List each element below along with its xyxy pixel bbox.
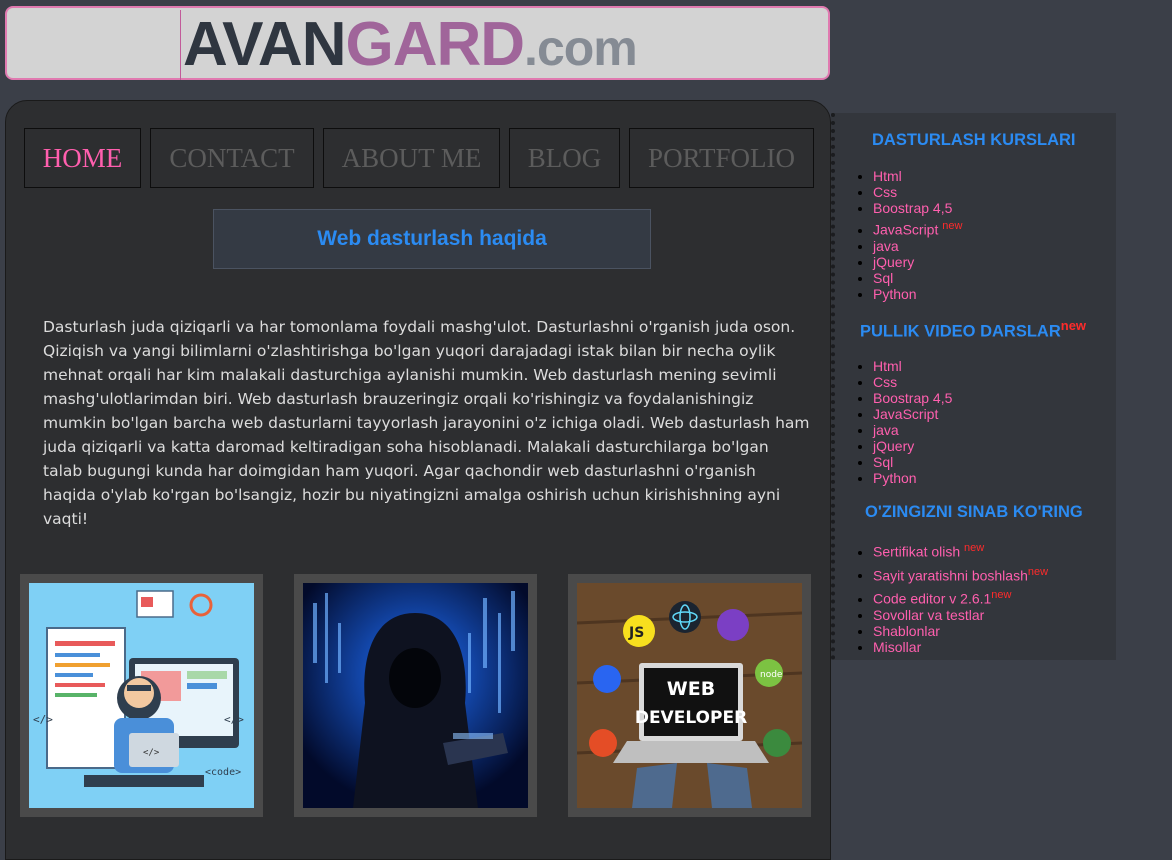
image-web-developer-laptop[interactable]: JS node WEB DEVELOPER [568, 574, 811, 817]
new-badge: new [991, 589, 1012, 602]
sidebar-video-javascript[interactable]: JavaScript [873, 406, 952, 422]
sidebar-video-bootstrap[interactable]: Boostrap 4,5 [873, 390, 952, 406]
sidebar-link-templates[interactable]: Shablonlar [873, 623, 1048, 639]
logo-part-com: .com [524, 20, 638, 76]
nav-blog[interactable]: BLOG [509, 128, 620, 188]
sidebar-link-questions-tests[interactable]: Sovollar va testlar [873, 607, 1048, 623]
sidebar-link-css[interactable]: Css [873, 184, 962, 200]
sidebar-link-create-site[interactable]: Sayit yaratishni boshlashnew [873, 564, 1048, 584]
sidebar-title-video-lessons: PULLIK VIDEO DARSLARnew [860, 318, 1087, 341]
sidebar-link-java[interactable]: java [873, 238, 962, 254]
new-badge: new [1060, 318, 1087, 333]
nav-home[interactable]: HOME [24, 128, 141, 188]
sidebar-list-courses: Html Css Boostrap 4,5 JavaScript new jav… [856, 168, 962, 302]
sidebar-video-jquery[interactable]: jQuery [873, 438, 952, 454]
nav-about-me[interactable]: ABOUT ME [323, 128, 500, 188]
hooded-hacker-icon [303, 583, 528, 808]
image-hooded-hacker[interactable] [294, 574, 537, 817]
sidebar-video-css[interactable]: Css [873, 374, 952, 390]
new-badge: new [964, 542, 985, 554]
sidebar-list-video-lessons: Html Css Boostrap 4,5 JavaScript java jQ… [856, 358, 952, 486]
nav-portfolio[interactable]: PORTFOLIO [629, 128, 814, 188]
sidebar-video-java[interactable]: java [873, 422, 952, 438]
code-symbol-left: </> [33, 713, 53, 726]
developer-word-label: DEVELOPER [635, 708, 747, 728]
web-word-label: WEB [667, 678, 715, 700]
logo-part-gard: GARD [345, 10, 525, 79]
sidebar-link-certificate[interactable]: Sertifikat olish new [873, 540, 1048, 560]
section-title: Web dasturlash haqida [213, 209, 651, 269]
code-word-label: <code> [205, 767, 241, 778]
sidebar-link-bootstrap[interactable]: Boostrap 4,5 [873, 200, 962, 216]
site-header: AVANGARD.com [5, 6, 830, 80]
sidebar-video-python[interactable]: Python [873, 470, 952, 486]
new-badge: new [942, 220, 963, 232]
sidebar-link-code-editor[interactable]: Code editor v 2.6.1new [873, 587, 1048, 607]
sidebar-link-examples[interactable]: Misollar [873, 639, 1048, 655]
code-tag-label: </> [143, 748, 160, 758]
sidebar-list-test-yourself: Sertifikat olish new Sayit yaratishni bo… [856, 538, 1048, 655]
sidebar-link-javascript[interactable]: JavaScript new [873, 218, 962, 238]
main-content: HOME CONTACT ABOUT ME BLOG PORTFOLIO Web… [5, 100, 831, 860]
sidebar-title-courses: DASTURLASH KURSLARI [872, 131, 1076, 149]
intro-paragraph: Dasturlash juda qiziqarli va har tomonla… [43, 318, 810, 528]
sidebar-link-html[interactable]: Html [873, 168, 962, 184]
sidebar-video-html[interactable]: Html [873, 358, 952, 374]
site-logo[interactable]: AVANGARD.com [183, 10, 638, 81]
sidebar-title-test-yourself: O'ZINGIZNI SINAB KO'RING [865, 503, 1083, 521]
code-symbol-right: </> [224, 713, 244, 726]
new-badge: new [1027, 565, 1049, 578]
nav-contact[interactable]: CONTACT [150, 128, 314, 188]
sidebar: DASTURLASH KURSLARI Html Css Boostrap 4,… [831, 113, 1116, 660]
web-developer-illustration-icon: </> </> </> <code> [29, 583, 254, 808]
text-cursor [180, 10, 181, 80]
sidebar-link-python[interactable]: Python [873, 286, 962, 302]
logo-part-avan: AVAN [183, 10, 346, 79]
sidebar-link-jquery[interactable]: jQuery [873, 254, 962, 270]
image-web-developer-illustration[interactable]: </> </> </> <code> [20, 574, 263, 817]
web-developer-laptop-icon: JS node WEB DEVELOPER [577, 583, 802, 808]
sidebar-video-sql[interactable]: Sql [873, 454, 952, 470]
node-badge-label: node [760, 670, 783, 680]
sidebar-link-sql[interactable]: Sql [873, 270, 962, 286]
js-badge-label: JS [628, 625, 644, 641]
